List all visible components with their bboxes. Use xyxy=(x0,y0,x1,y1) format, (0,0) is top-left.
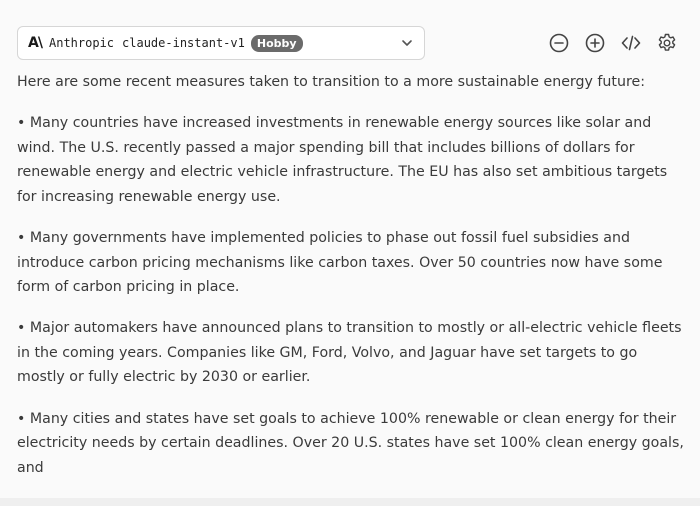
bottom-bar xyxy=(0,498,700,506)
bullet-item: • Many countries have increased investme… xyxy=(17,115,668,205)
bullet-item: • Major automakers have announced plans … xyxy=(17,320,682,386)
gear-icon[interactable] xyxy=(656,31,678,55)
plus-circle-icon[interactable] xyxy=(584,31,606,55)
provider-name: Anthropic xyxy=(49,36,115,50)
response-text: Here are some recent measures taken to t… xyxy=(17,70,687,497)
code-icon[interactable] xyxy=(620,31,642,55)
bullet-item: • Many governments have implemented poli… xyxy=(17,229,663,296)
anthropic-logo-icon: A\ xyxy=(28,35,43,51)
minus-circle-icon[interactable] xyxy=(548,31,570,55)
response-intro: Here are some recent measures taken to t… xyxy=(17,74,645,90)
plan-badge: Hobby xyxy=(250,34,303,52)
chevron-down-icon[interactable] xyxy=(400,36,414,50)
toolbar xyxy=(548,31,678,55)
model-selector[interactable]: A\ Anthropic claude-instant-v1 Hobby xyxy=(17,26,425,60)
bullet-item: • Many cities and states have set goals … xyxy=(17,410,684,476)
model-name: claude-instant-v1 xyxy=(122,36,245,50)
